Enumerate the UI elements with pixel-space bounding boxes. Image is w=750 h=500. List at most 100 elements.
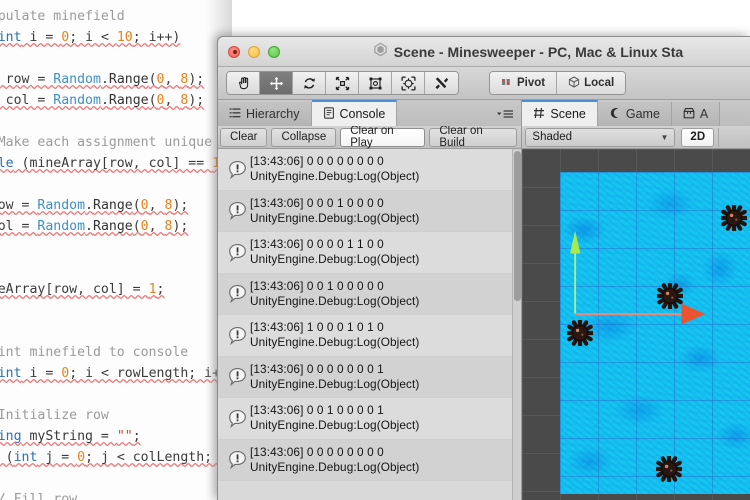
console-toolbar[interactable]: Clear Collapse Clear on Play Clear on Build bbox=[218, 125, 522, 149]
info-icon bbox=[224, 243, 250, 262]
transform-tool-button[interactable] bbox=[392, 72, 425, 94]
console-log-text: [13:43:06] 0 0 0 0 0 0 0 0 UnityEngine.De… bbox=[250, 154, 419, 184]
unity-logo-icon bbox=[373, 42, 388, 62]
tab-game[interactable]: Game bbox=[597, 102, 672, 126]
console-pane: Hierarchy Console Clear Collapse Clear o… bbox=[218, 100, 522, 500]
console-log-text: [13:43:06] 0 0 0 0 0 0 0 1 UnityEngine.De… bbox=[250, 362, 419, 392]
console-clear-on-play-button[interactable]: Clear on Play bbox=[340, 125, 426, 149]
console-log-text: [13:43:06] 0 0 0 1 0 0 0 0 UnityEngine.De… bbox=[250, 196, 419, 226]
console-log-message: [13:43:06] 0 0 1 0 0 0 0 0 bbox=[250, 278, 384, 293]
code-text[interactable]: // Populate minefield for (int i = 0; i <… bbox=[0, 6, 232, 500]
left-tabstrip[interactable]: Hierarchy Console bbox=[218, 100, 522, 126]
window-controls[interactable] bbox=[228, 45, 280, 58]
console-log-stacktrace: UnityEngine.Debug:Log(Object) bbox=[250, 210, 420, 225]
code-line: } bbox=[0, 237, 232, 258]
console-log-stacktrace: UnityEngine.Debug:Log(Object) bbox=[250, 418, 420, 433]
mine-sprite[interactable] bbox=[565, 318, 595, 348]
info-icon bbox=[224, 284, 250, 304]
right-tabstrip[interactable]: Scene Game A bbox=[522, 100, 750, 126]
scene-toolbar[interactable]: Shaded ▼ 2D bbox=[522, 126, 750, 149]
console-log-row[interactable]: [13:43:06] 0 0 0 0 1 1 0 0 UnityEngine.De… bbox=[218, 232, 513, 274]
main-toolbar[interactable]: Pivot Local bbox=[218, 67, 750, 100]
console-log-stacktrace: UnityEngine.Debug:Log(Object) bbox=[250, 376, 420, 391]
unity-editor-window[interactable]: Scene - Minesweeper - PC, Mac & Linux St… bbox=[217, 36, 750, 500]
console-log-message: [13:43:06] 1 0 0 0 1 0 1 0 bbox=[250, 320, 384, 335]
code-line: int row = Random.Range(0, 8); bbox=[0, 72, 205, 87]
console-log-row[interactable]: [13:43:06] 0 0 0 1 0 0 0 0 UnityEngine.De… bbox=[218, 190, 513, 232]
tab-hierarchy-label: Hierarchy bbox=[246, 107, 300, 121]
rotate-tool-button[interactable] bbox=[293, 72, 326, 94]
hand-tool-button[interactable] bbox=[227, 72, 260, 94]
draw-mode-dropdown[interactable]: Shaded ▼ bbox=[525, 127, 676, 147]
custom-tool-button[interactable] bbox=[425, 72, 458, 94]
mine-sprite[interactable] bbox=[654, 454, 684, 484]
console-clear-button[interactable]: Clear bbox=[220, 127, 268, 147]
console-clear-on-build-button[interactable]: Clear on Build bbox=[429, 125, 518, 149]
console-log-text: [13:43:06] 1 0 0 0 1 0 1 0 UnityEngine.De… bbox=[250, 320, 419, 350]
console-log-row[interactable]: [13:43:06] 0 0 1 0 0 0 0 0 UnityEngine.De… bbox=[218, 273, 513, 315]
console-log-text: [13:43:06] 0 0 0 0 0 0 0 0 UnityEngine.De… bbox=[250, 445, 419, 475]
console-log-list[interactable]: [13:43:06] 0 0 0 0 0 0 0 0 UnityEngine.De… bbox=[218, 149, 513, 500]
console-log-message: [13:43:06] 0 0 0 0 0 0 0 1 bbox=[250, 361, 384, 376]
console-log-message: [13:43:06] 0 0 0 1 0 0 0 0 bbox=[250, 195, 384, 210]
info-icon bbox=[224, 367, 250, 387]
code-line: for (int j = 0; j < colLength; j++) bbox=[5, 450, 232, 465]
console-button-label: Collapse bbox=[281, 131, 327, 143]
transform-icon bbox=[400, 75, 416, 91]
console-scrollbar[interactable] bbox=[512, 149, 522, 500]
console-options-button[interactable] bbox=[496, 109, 521, 126]
code-line: int col = Random.Range(0, 8); bbox=[0, 93, 205, 108]
tab-console[interactable]: Console bbox=[311, 100, 398, 126]
toggle-2d-button[interactable]: 2D bbox=[681, 127, 715, 147]
mine-sprite[interactable] bbox=[719, 203, 749, 233]
console-log-area[interactable]: [13:43:06] 0 0 0 0 0 0 0 0 UnityEngine.De… bbox=[218, 149, 522, 500]
zoom-button[interactable] bbox=[268, 45, 280, 58]
pivot-button[interactable]: Pivot bbox=[490, 72, 558, 94]
code-line: { bbox=[0, 48, 232, 69]
console-log-stacktrace: UnityEngine.Debug:Log(Object) bbox=[250, 252, 420, 267]
pivot-local-toggle[interactable]: Pivot Local bbox=[489, 71, 627, 95]
code-editor-pane[interactable]: // Populate minefield for (int i = 0; i <… bbox=[0, 0, 232, 500]
console-collapse-button[interactable]: Collapse bbox=[271, 127, 337, 147]
code-line: // Populate minefield bbox=[0, 9, 125, 24]
close-button[interactable] bbox=[228, 45, 240, 58]
toggle-2d-label: 2D bbox=[690, 131, 706, 143]
code-line: // Initialize row bbox=[0, 408, 109, 423]
local-label: Local bbox=[584, 77, 615, 89]
tab-hierarchy[interactable]: Hierarchy bbox=[218, 102, 312, 126]
mine-sprite[interactable] bbox=[655, 281, 685, 311]
move-tool-button[interactable] bbox=[260, 72, 293, 94]
tab-asset-store[interactable]: A bbox=[671, 102, 721, 126]
console-scrollbar-thumb[interactable] bbox=[514, 151, 522, 301]
tab-options-icon bbox=[496, 109, 514, 123]
info-icon bbox=[224, 409, 250, 428]
console-log-text: [13:43:06] 0 0 1 0 0 0 0 1 UnityEngine.De… bbox=[250, 403, 419, 433]
console-log-row[interactable]: [13:43:06] 0 0 0 0 0 0 0 0 UnityEngine.De… bbox=[218, 439, 513, 481]
local-button[interactable]: Local bbox=[557, 72, 626, 94]
screenshot-root: // Populate minefield for (int i = 0; i <… bbox=[0, 0, 750, 500]
console-log-row[interactable]: [13:43:06] 0 0 0 0 0 0 0 0 UnityEngine.De… bbox=[218, 149, 513, 191]
transform-tools-group[interactable] bbox=[226, 71, 459, 95]
console-log-text: [13:43:06] 0 0 0 0 1 1 0 0 UnityEngine.De… bbox=[250, 237, 419, 267]
scene-viewport[interactable] bbox=[522, 149, 750, 500]
console-icon bbox=[323, 106, 335, 122]
console-log-row[interactable]: [13:43:06] 0 0 1 0 0 0 0 1 UnityEngine.De… bbox=[218, 398, 513, 440]
console-log-stacktrace: UnityEngine.Debug:Log(Object) bbox=[250, 293, 420, 308]
code-line: // Make each assignment unique bbox=[0, 135, 213, 150]
code-line: for (int i = 0; i < 10; i++) bbox=[0, 30, 181, 45]
minefield-board[interactable] bbox=[560, 172, 750, 494]
window-titlebar[interactable]: Scene - Minesweeper - PC, Mac & Linux St… bbox=[218, 37, 750, 67]
console-log-stacktrace: UnityEngine.Debug:Log(Object) bbox=[250, 335, 420, 350]
rect-tool-button[interactable] bbox=[359, 72, 392, 94]
scale-tool-button[interactable] bbox=[326, 72, 359, 94]
tab-scene[interactable]: Scene bbox=[522, 100, 598, 126]
console-log-message: [13:43:06] 0 0 0 0 0 0 0 0 bbox=[250, 154, 384, 169]
console-log-row[interactable]: [13:43:06] 0 0 0 0 0 0 0 1 UnityEngine.De… bbox=[218, 356, 513, 398]
code-line: { bbox=[0, 384, 232, 405]
tab-scene-label: Scene bbox=[550, 107, 586, 121]
console-log-row[interactable]: [13:43:06] 1 0 0 0 1 0 1 0 UnityEngine.De… bbox=[218, 315, 513, 357]
info-icon bbox=[224, 160, 250, 179]
minimize-button[interactable] bbox=[248, 45, 260, 58]
